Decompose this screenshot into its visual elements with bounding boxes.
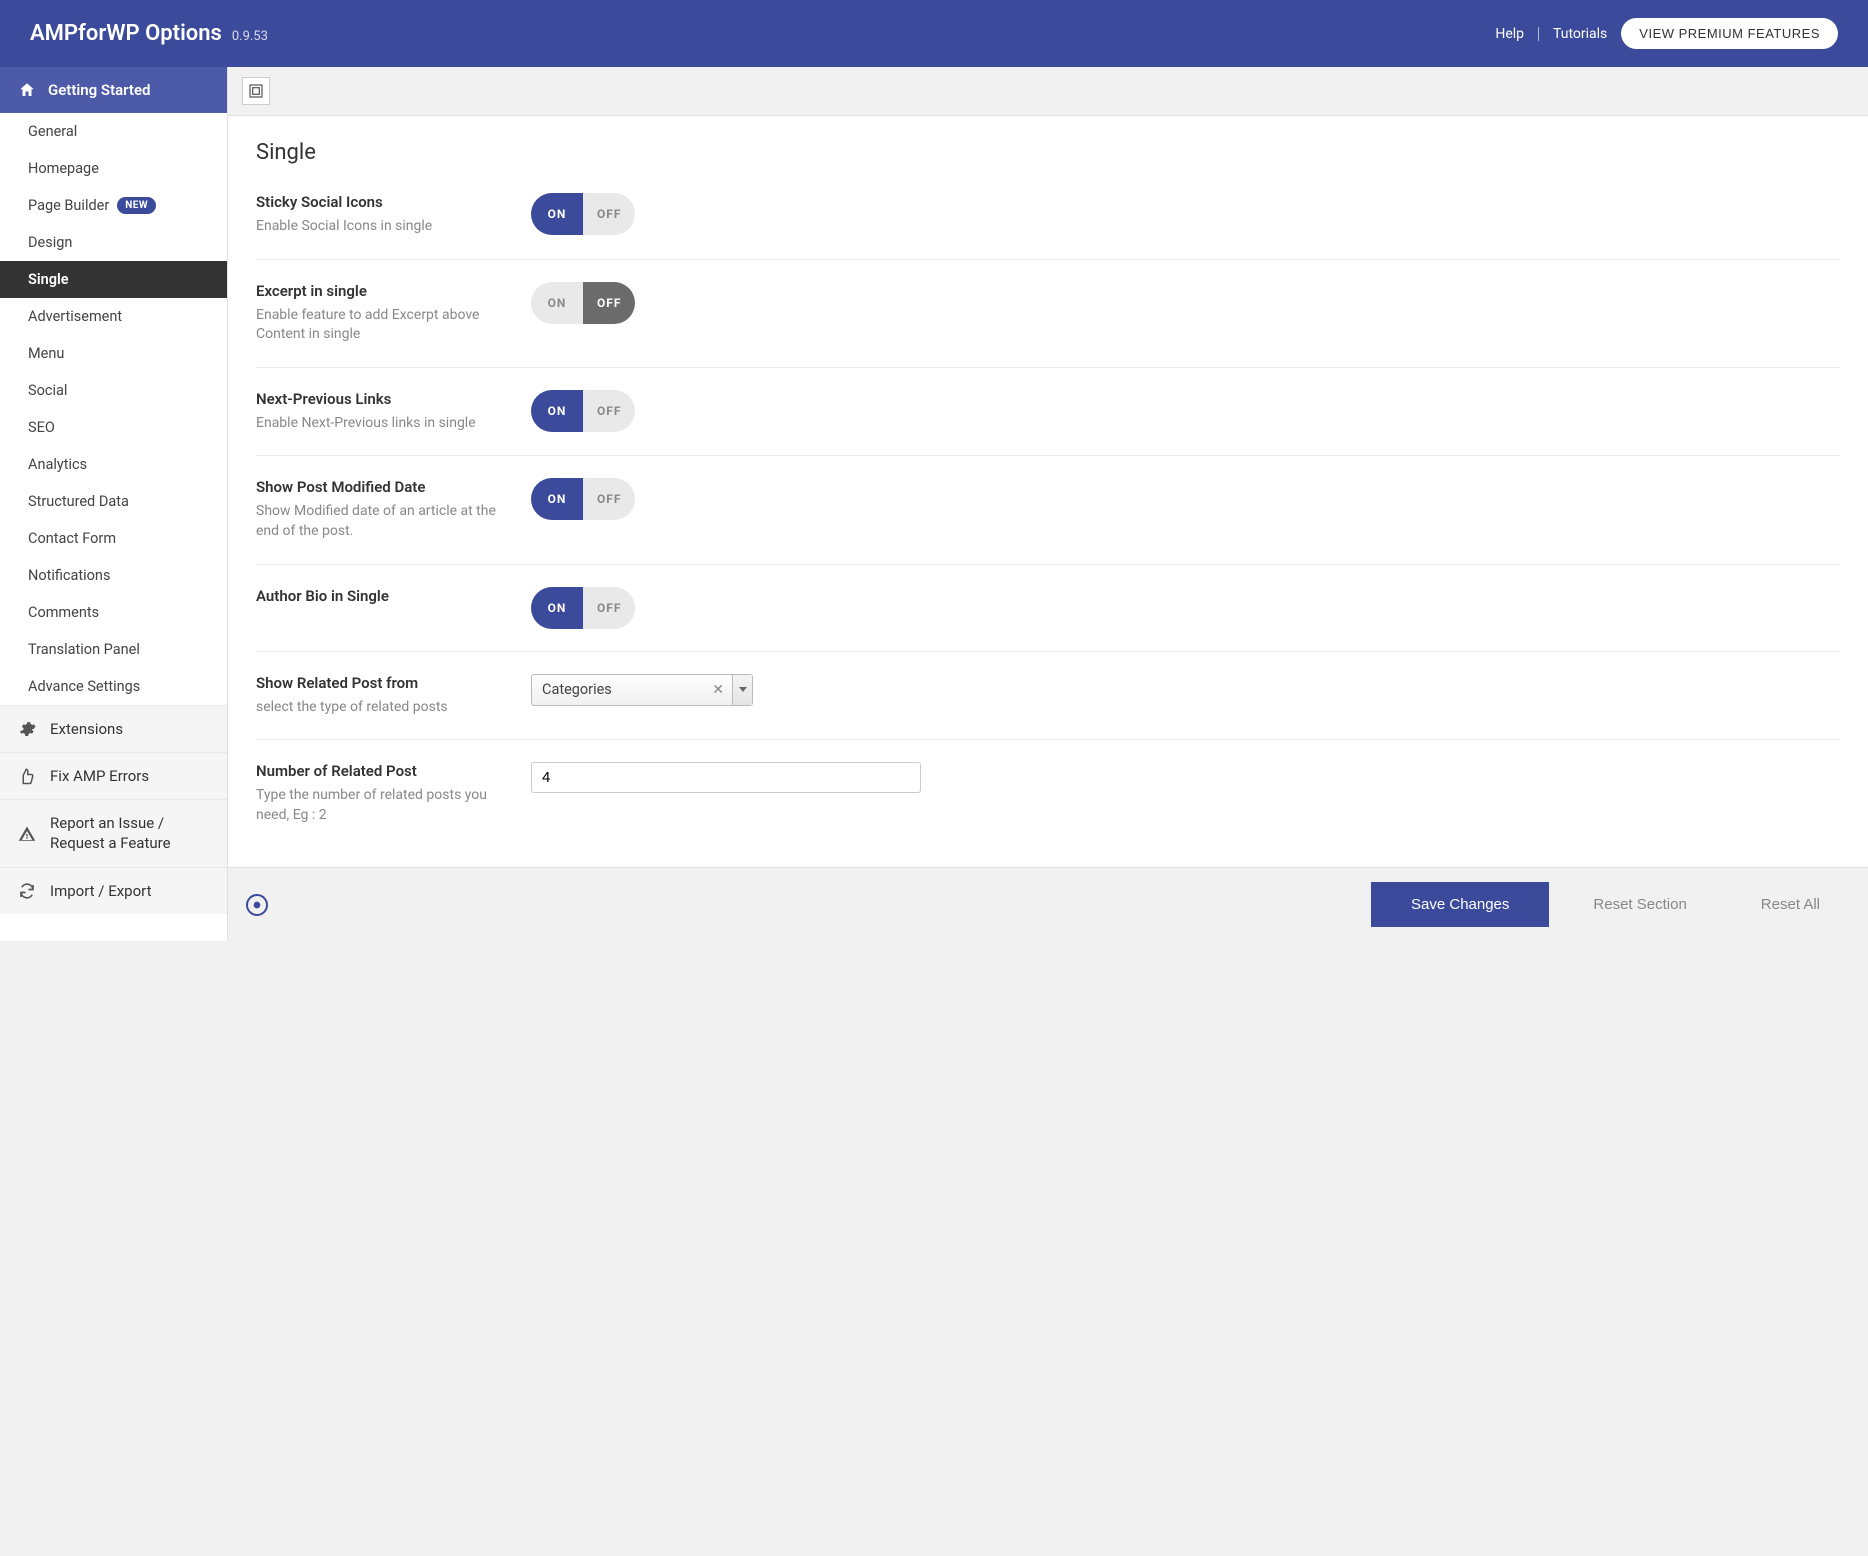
header-left: AMPforWP Options 0.9.53	[30, 21, 268, 46]
sidebar-item-label: Translation Panel	[28, 641, 140, 658]
field-related-from: Show Related Post from select the type o…	[256, 651, 1840, 740]
sidebar-item-label: Design	[28, 234, 72, 251]
reset-section-button[interactable]: Reset Section	[1563, 882, 1716, 927]
sidebar-extensions-label: Extensions	[50, 720, 123, 738]
footer-logo-icon	[246, 894, 268, 916]
field-author-bio: Author Bio in Single ON OFF	[256, 564, 1840, 651]
sidebar-report-label-2: Request a Feature	[50, 834, 171, 854]
field-next-previous: Next-Previous Links Enable Next-Previous…	[256, 367, 1840, 456]
field-title: Number of Related Post	[256, 762, 511, 780]
sidebar: Getting Started General Homepage Page Buil…	[0, 67, 228, 941]
sidebar-item-label: Contact Form	[28, 530, 116, 547]
sidebar-fix-errors-label: Fix AMP Errors	[50, 767, 149, 785]
warning-icon	[18, 825, 36, 843]
expand-icon	[248, 83, 264, 99]
field-title: Show Related Post from	[256, 674, 511, 692]
select-value: Categories	[542, 681, 612, 698]
excerpt-toggle[interactable]: ON OFF	[531, 282, 635, 324]
sidebar-item-notifications[interactable]: Notifications	[0, 557, 227, 594]
field-desc: Enable feature to add Excerpt above Cont…	[256, 306, 511, 345]
app-header: AMPforWP Options 0.9.53 Help Tutorials V…	[0, 0, 1868, 67]
sidebar-item-analytics[interactable]: Analytics	[0, 446, 227, 483]
app-version: 0.9.53	[232, 29, 268, 44]
home-icon	[18, 81, 36, 99]
sidebar-item-contact-form[interactable]: Contact Form	[0, 520, 227, 557]
content-toolbar	[228, 67, 1868, 116]
expand-button[interactable]	[242, 77, 270, 105]
sidebar-item-label: Single	[28, 271, 69, 288]
sticky-social-toggle[interactable]: ON OFF	[531, 193, 635, 235]
sidebar-import-export-label: Import / Export	[50, 882, 152, 900]
sidebar-item-menu[interactable]: Menu	[0, 335, 227, 372]
sidebar-item-label: Homepage	[28, 160, 99, 177]
field-desc: select the type of related posts	[256, 698, 511, 718]
sidebar-item-general[interactable]: General	[0, 113, 227, 150]
modified-date-toggle[interactable]: ON OFF	[531, 478, 635, 520]
app-title: AMPforWP Options	[30, 21, 222, 46]
field-title: Author Bio in Single	[256, 587, 511, 605]
sidebar-report-label-1: Report an Issue /	[50, 814, 171, 834]
sidebar-item-label: SEO	[28, 419, 55, 436]
next-previous-toggle[interactable]: ON OFF	[531, 390, 635, 432]
field-related-number: Number of Related Post Type the number o…	[256, 739, 1840, 847]
reset-all-button[interactable]: Reset All	[1731, 882, 1850, 927]
sidebar-item-advance-settings[interactable]: Advance Settings	[0, 668, 227, 705]
field-desc: Show Modified date of an article at the …	[256, 502, 511, 541]
related-from-select[interactable]: Categories ✕	[531, 674, 753, 706]
save-changes-button[interactable]: Save Changes	[1371, 882, 1549, 927]
field-modified-date: Show Post Modified Date Show Modified da…	[256, 455, 1840, 563]
sidebar-item-label: General	[28, 123, 77, 140]
sidebar-getting-started-label: Getting Started	[48, 81, 150, 99]
header-right: Help Tutorials VIEW PREMIUM FEATURES	[1495, 18, 1838, 49]
field-title: Show Post Modified Date	[256, 478, 511, 496]
field-title: Next-Previous Links	[256, 390, 511, 408]
sidebar-item-label: Structured Data	[28, 493, 129, 510]
sidebar-report-issue[interactable]: Report an Issue / Request a Feature	[0, 799, 227, 867]
view-premium-button[interactable]: VIEW PREMIUM FEATURES	[1621, 18, 1838, 49]
sidebar-item-label: Social	[28, 382, 67, 399]
sidebar-item-label: Page Builder	[28, 197, 109, 214]
field-title: Sticky Social Icons	[256, 193, 511, 211]
gear-icon	[18, 720, 36, 738]
header-divider	[1538, 27, 1539, 41]
sidebar-item-homepage[interactable]: Homepage	[0, 150, 227, 187]
sidebar-item-social[interactable]: Social	[0, 372, 227, 409]
sidebar-item-label: Menu	[28, 345, 64, 362]
thumbs-up-icon	[18, 767, 36, 785]
sidebar-item-label: Comments	[28, 604, 99, 621]
field-title: Excerpt in single	[256, 282, 511, 300]
sidebar-item-label: Advertisement	[28, 308, 122, 325]
content-area: Single Sticky Social Icons Enable Social…	[228, 67, 1868, 941]
sidebar-item-structured-data[interactable]: Structured Data	[0, 483, 227, 520]
sidebar-item-design[interactable]: Design	[0, 224, 227, 261]
sidebar-item-translation-panel[interactable]: Translation Panel	[0, 631, 227, 668]
sidebar-fix-errors[interactable]: Fix AMP Errors	[0, 752, 227, 799]
sidebar-extensions[interactable]: Extensions	[0, 705, 227, 752]
sidebar-item-comments[interactable]: Comments	[0, 594, 227, 631]
sidebar-getting-started[interactable]: Getting Started	[0, 67, 227, 113]
sidebar-item-page-builder[interactable]: Page Builder NEW	[0, 187, 227, 224]
page-title: Single	[256, 140, 1840, 165]
field-desc: Type the number of related posts you nee…	[256, 786, 511, 825]
sidebar-item-seo[interactable]: SEO	[0, 409, 227, 446]
field-desc: Enable Social Icons in single	[256, 217, 511, 237]
select-clear[interactable]: ✕	[712, 682, 724, 698]
refresh-icon	[18, 882, 36, 900]
sidebar-item-label: Analytics	[28, 456, 87, 473]
sidebar-item-label: Notifications	[28, 567, 110, 584]
sidebar-import-export[interactable]: Import / Export	[0, 867, 227, 914]
sidebar-item-single[interactable]: Single	[0, 261, 227, 298]
field-desc: Enable Next-Previous links in single	[256, 414, 511, 434]
tutorials-link[interactable]: Tutorials	[1553, 26, 1607, 42]
content-footer: Save Changes Reset Section Reset All	[228, 867, 1868, 941]
help-link[interactable]: Help	[1495, 26, 1524, 42]
sidebar-item-advertisement[interactable]: Advertisement	[0, 298, 227, 335]
sidebar-item-label: Advance Settings	[28, 678, 140, 695]
related-number-input[interactable]	[531, 762, 921, 793]
author-bio-toggle[interactable]: ON OFF	[531, 587, 635, 629]
field-sticky-social: Sticky Social Icons Enable Social Icons …	[256, 193, 1840, 259]
select-dropdown-arrow[interactable]	[732, 675, 752, 705]
field-excerpt: Excerpt in single Enable feature to add …	[256, 259, 1840, 367]
new-badge: NEW	[117, 197, 156, 214]
